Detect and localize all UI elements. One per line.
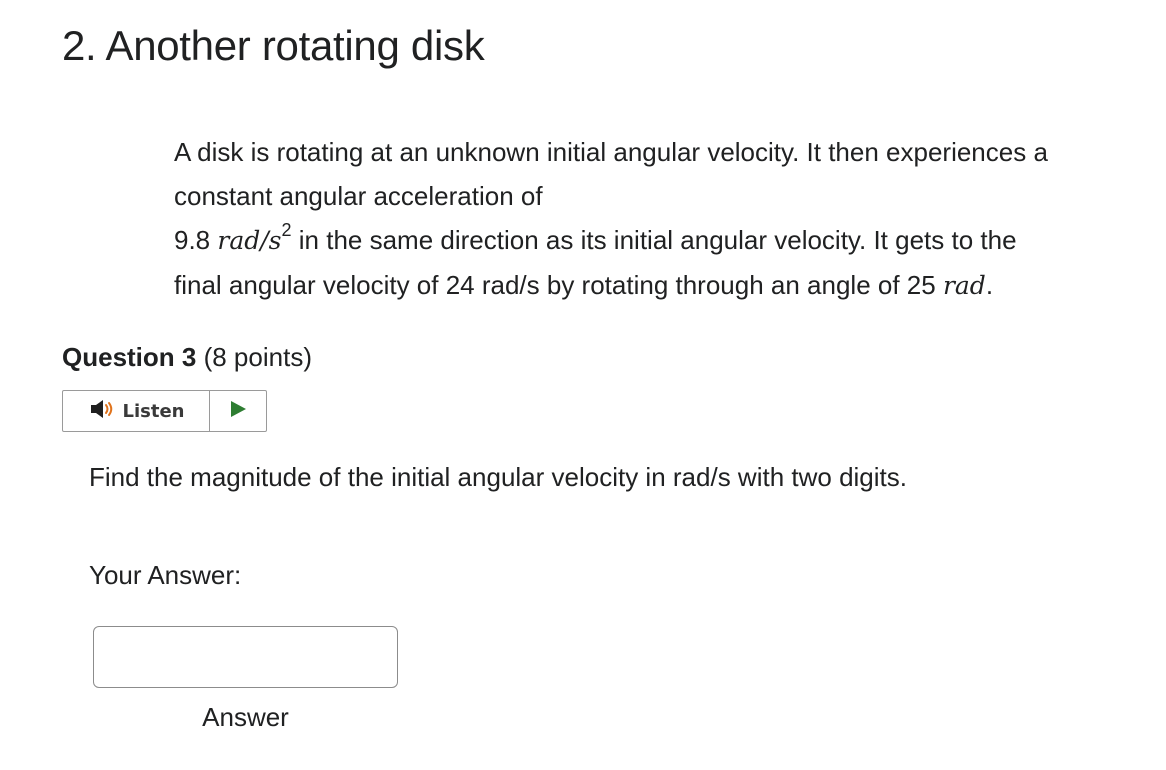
- answer-input[interactable]: [93, 626, 398, 688]
- problem-line-4-text: final angular velocity of 24 rad/s by ro…: [174, 270, 936, 300]
- acceleration-value: 9.8: [174, 225, 211, 255]
- problem-statement: A disk is rotating at an unknown initial…: [174, 130, 1159, 308]
- listen-widget: Listen: [62, 390, 267, 432]
- section-title: 2. Another rotating disk: [62, 22, 485, 69]
- question-prompt: Find the magnitude of the initial angula…: [89, 462, 907, 492]
- problem-line-3: 9.8 rad/s2 in the same direction as its …: [174, 218, 1159, 263]
- problem-line-3-rest: in the same direction as its initial ang…: [298, 225, 1017, 255]
- angle-unit: rad: [942, 271, 986, 300]
- play-button[interactable]: [210, 391, 266, 431]
- question-header: Question 3 (8 points): [62, 342, 312, 373]
- question-number: Question 3: [62, 342, 197, 372]
- listen-label: Listen: [122, 400, 185, 422]
- answer-label: Your Answer:: [89, 560, 242, 590]
- play-icon: [229, 400, 247, 423]
- question-points: (8 points): [203, 342, 312, 372]
- acceleration-exponent: 2: [281, 220, 292, 241]
- acceleration-unit: rad/s: [217, 226, 282, 255]
- problem-line-2: constant angular acceleration of: [174, 181, 543, 211]
- problem-line-4-period: .: [985, 270, 994, 300]
- answer-caption: Answer: [202, 702, 289, 732]
- problem-line-1: A disk is rotating at an unknown initial…: [174, 137, 1048, 167]
- listen-button[interactable]: Listen: [63, 391, 210, 431]
- speaker-icon: [88, 398, 118, 425]
- problem-line-4: final angular velocity of 24 rad/s by ro…: [174, 263, 1159, 308]
